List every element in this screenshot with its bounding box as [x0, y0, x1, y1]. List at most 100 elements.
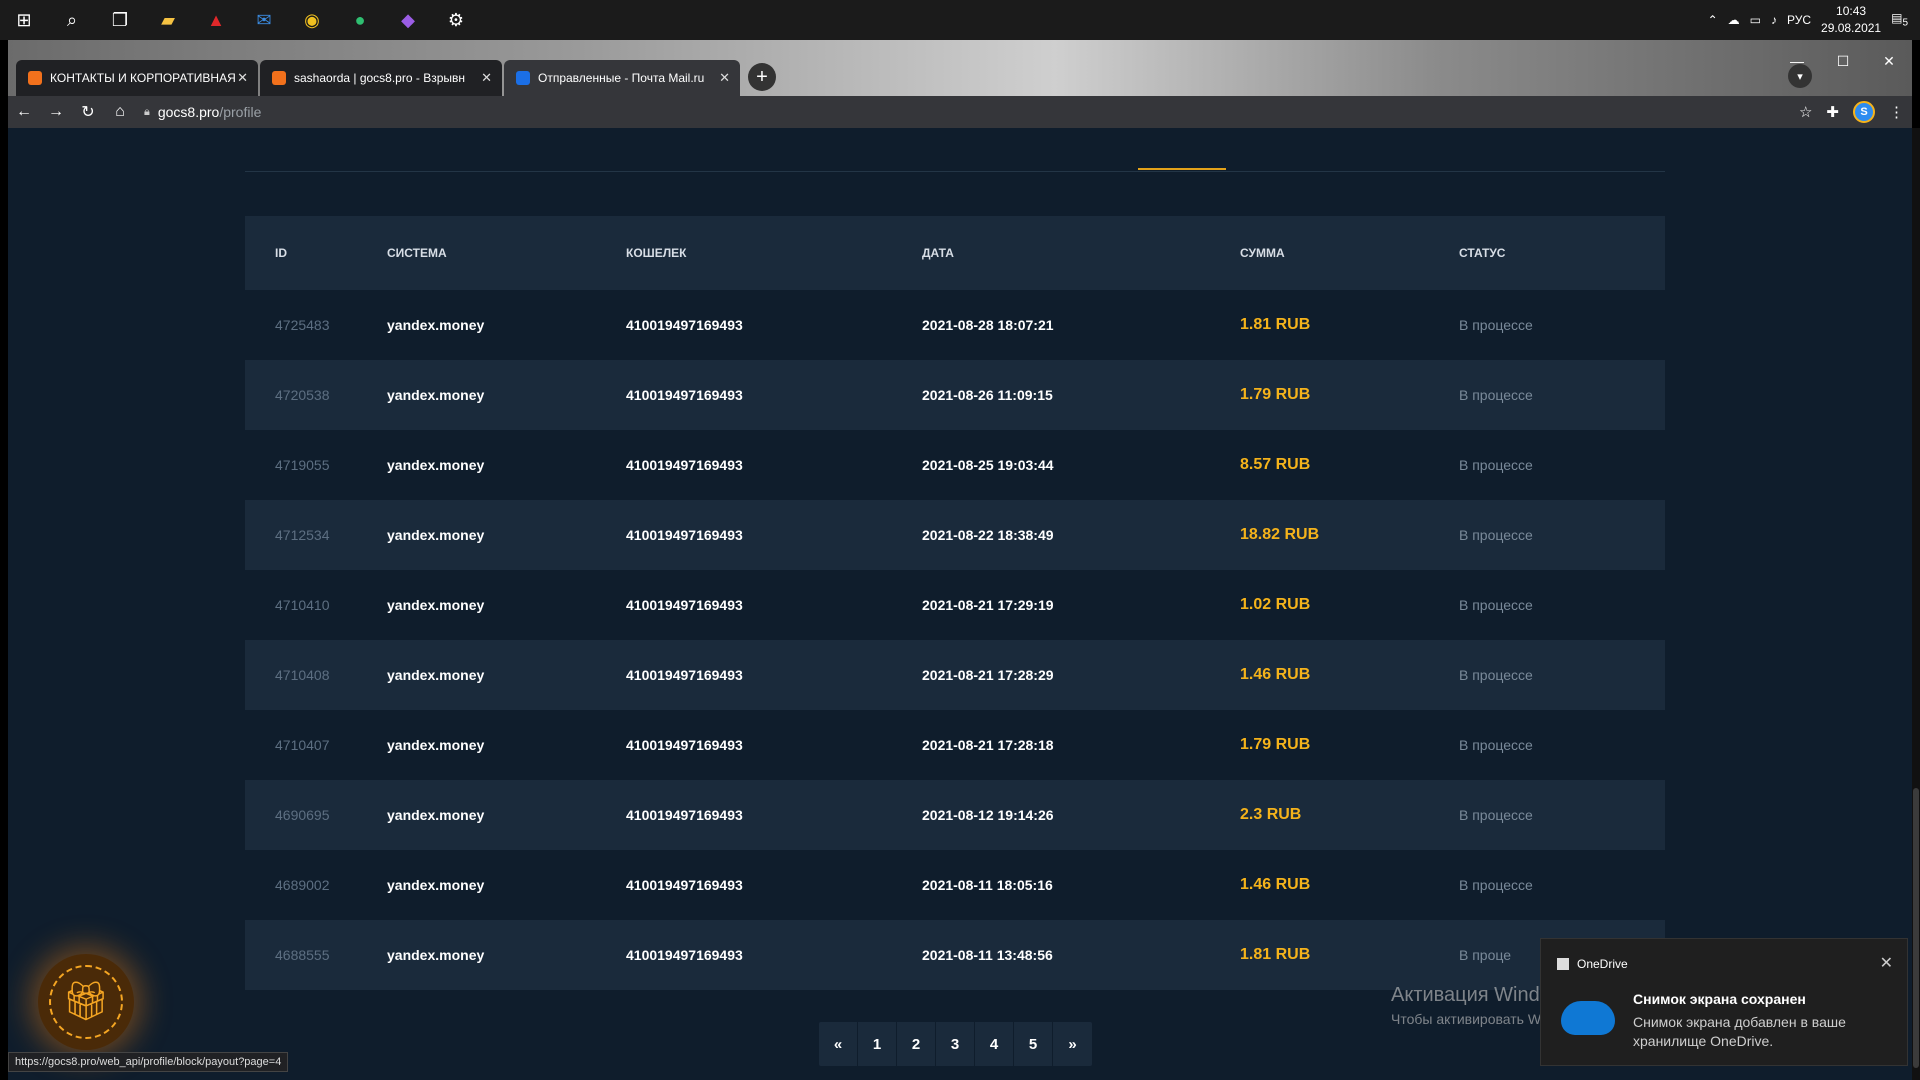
table-row: 4719055 yandex.money 410019497169493 202… — [245, 430, 1665, 500]
cell-id: 4710407 — [275, 737, 330, 753]
pagination-page-3[interactable]: 3 — [936, 1022, 975, 1066]
cell-id: 4712534 — [275, 527, 330, 543]
cell-status: В процессе — [1459, 737, 1533, 753]
cell-status: В процессе — [1459, 317, 1533, 333]
network-icon[interactable]: ▭ — [1750, 13, 1761, 27]
pagination-page-2[interactable]: 2 — [897, 1022, 936, 1066]
bookmark-star-icon[interactable]: ☆ — [1799, 103, 1812, 121]
language-indicator[interactable]: РУС — [1787, 13, 1811, 27]
file-explorer-icon[interactable]: ▰ — [144, 0, 192, 40]
tab-mail[interactable]: Отправленные - Почта Mail.ru ✕ — [504, 60, 740, 96]
home-icon[interactable]: ⌂ — [104, 96, 136, 128]
pagination-page-5[interactable]: 5 — [1014, 1022, 1053, 1066]
cell-amount: 1.46 RUB — [1240, 876, 1311, 893]
tab-contacts[interactable]: КОНТАКТЫ И КОРПОРАТИВНАЯ ✕ — [16, 60, 258, 96]
bonus-gift-button[interactable]: 🎁︎ — [38, 954, 134, 1050]
settings-gear-icon[interactable]: ⚙ — [432, 0, 480, 40]
back-icon[interactable]: ← — [8, 96, 40, 128]
cell-id: 4688555 — [275, 947, 330, 963]
cell-system: yandex.money — [387, 317, 485, 333]
cell-wallet: 410019497169493 — [626, 667, 743, 683]
table-row: 4710407 yandex.money 410019497169493 202… — [245, 710, 1665, 780]
search-icon[interactable]: ⌕ — [48, 0, 96, 40]
header-status: СТАТУС — [1459, 246, 1506, 260]
onedrive-app-icon — [1557, 958, 1569, 970]
forward-icon[interactable]: → — [40, 96, 72, 128]
reload-icon[interactable]: ↻ — [72, 96, 104, 128]
header-wallet: КОШЕЛЕК — [626, 246, 687, 260]
table-row: 4690695 yandex.money 410019497169493 202… — [245, 780, 1665, 850]
visual-studio-icon[interactable]: ◆ — [384, 0, 432, 40]
toast-close-icon[interactable]: ✕ — [1880, 953, 1893, 973]
close-window-icon[interactable]: ✕ — [1866, 46, 1912, 76]
cell-status: В процессе — [1459, 527, 1533, 543]
tab-favicon — [516, 71, 530, 85]
table-row: 4710410 yandex.money 410019497169493 202… — [245, 570, 1665, 640]
profile-avatar[interactable]: S — [1853, 101, 1875, 123]
cell-system: yandex.money — [387, 527, 485, 543]
notification-center-icon[interactable]: ▤5 — [1891, 11, 1908, 28]
lock-icon[interactable]: 🔒︎ — [144, 106, 150, 119]
extensions-icon[interactable]: ✚ — [1826, 103, 1839, 121]
toast-body: Снимок экрана добавлен в ваше хранилище … — [1633, 1014, 1846, 1049]
mail-icon[interactable]: ✉ — [240, 0, 288, 40]
cell-date: 2021-08-22 18:38:49 — [922, 527, 1054, 543]
cell-date: 2021-08-26 11:09:15 — [922, 387, 1053, 403]
close-tab-icon[interactable]: ✕ — [719, 70, 730, 86]
url-path: /profile — [219, 104, 262, 120]
cell-status: В процессе — [1459, 877, 1533, 893]
pagination-next-button[interactable]: » — [1053, 1022, 1092, 1066]
cell-system: yandex.money — [387, 387, 485, 403]
onedrive-tray-icon[interactable]: ☁ — [1728, 13, 1740, 27]
table-row: 4710408 yandex.money 410019497169493 202… — [245, 640, 1665, 710]
pagination-page-4[interactable]: 4 — [975, 1022, 1014, 1066]
close-tab-icon[interactable]: ✕ — [481, 70, 492, 86]
minimize-icon[interactable]: — — [1774, 46, 1820, 76]
new-tab-button[interactable]: + — [748, 63, 776, 91]
cell-wallet: 410019497169493 — [626, 527, 743, 543]
close-tab-icon[interactable]: ✕ — [237, 70, 248, 86]
pagination-page-1[interactable]: 1 — [858, 1022, 897, 1066]
cell-id: 4690695 — [275, 807, 330, 823]
cell-wallet: 410019497169493 — [626, 387, 743, 403]
cell-system: yandex.money — [387, 457, 485, 473]
cell-date: 2021-08-12 19:14:26 — [922, 807, 1054, 823]
pagination-prev-button[interactable]: « — [819, 1022, 858, 1066]
cell-status: В процессе — [1459, 387, 1533, 403]
cell-id: 4725483 — [275, 317, 330, 333]
menu-kebab-icon[interactable]: ⋮ — [1889, 103, 1904, 121]
tray-chevron-icon[interactable]: ⌃ — [1708, 13, 1718, 27]
address-bar[interactable]: 🔒︎ gocs8.pro/profile — [144, 98, 261, 126]
toast-title: Снимок экрана сохранен — [1633, 991, 1806, 1007]
cell-system: yandex.money — [387, 947, 485, 963]
maximize-icon[interactable]: ☐ — [1820, 46, 1866, 76]
cell-amount: 2.3 RUB — [1240, 806, 1302, 823]
cell-system: yandex.money — [387, 877, 485, 893]
scrollbar-thumb[interactable] — [1913, 788, 1919, 1068]
cell-date: 2021-08-21 17:28:18 — [922, 737, 1054, 753]
header-date: ДАТА — [922, 246, 954, 260]
table-row: 4712534 yandex.money 410019497169493 202… — [245, 500, 1665, 570]
app-green-icon[interactable]: ● — [336, 0, 384, 40]
cell-amount: 1.81 RUB — [1240, 946, 1311, 963]
cell-date: 2021-08-11 18:05:16 — [922, 877, 1053, 893]
header-system: СИСТЕМА — [387, 246, 447, 260]
onedrive-cloud-icon — [1561, 1001, 1615, 1035]
acrobat-icon[interactable]: ▲ — [192, 0, 240, 40]
windows-taskbar: ⊞ ⌕ ❐ ▰ ▲ ✉ ◉ ● ◆ ⚙ ⌃ ☁ ▭ ♪ РУС 10:43 29… — [0, 0, 1920, 40]
cell-wallet: 410019497169493 — [626, 457, 743, 473]
cell-id: 4710410 — [275, 597, 330, 613]
clock[interactable]: 10:43 29.08.2021 — [1821, 3, 1881, 37]
cell-amount: 8.57 RUB — [1240, 456, 1311, 473]
chrome-icon[interactable]: ◉ — [288, 0, 336, 40]
tab-label: sashaorda | gocs8.pro - Взрывн — [294, 71, 465, 85]
tab-gocs8[interactable]: sashaorda | gocs8.pro - Взрывн ✕ — [260, 60, 502, 96]
cell-status: В процессе — [1459, 807, 1533, 823]
windows-start-icon[interactable]: ⊞ — [0, 0, 48, 40]
cell-status: В процессе — [1459, 457, 1533, 473]
onedrive-toast[interactable]: OneDrive ✕ Снимок экрана сохранен Снимок… — [1540, 938, 1908, 1066]
page-scrollbar[interactable] — [1912, 128, 1920, 1080]
task-view-icon[interactable]: ❐ — [96, 0, 144, 40]
tab-favicon — [28, 71, 42, 85]
volume-icon[interactable]: ♪ — [1771, 13, 1777, 27]
